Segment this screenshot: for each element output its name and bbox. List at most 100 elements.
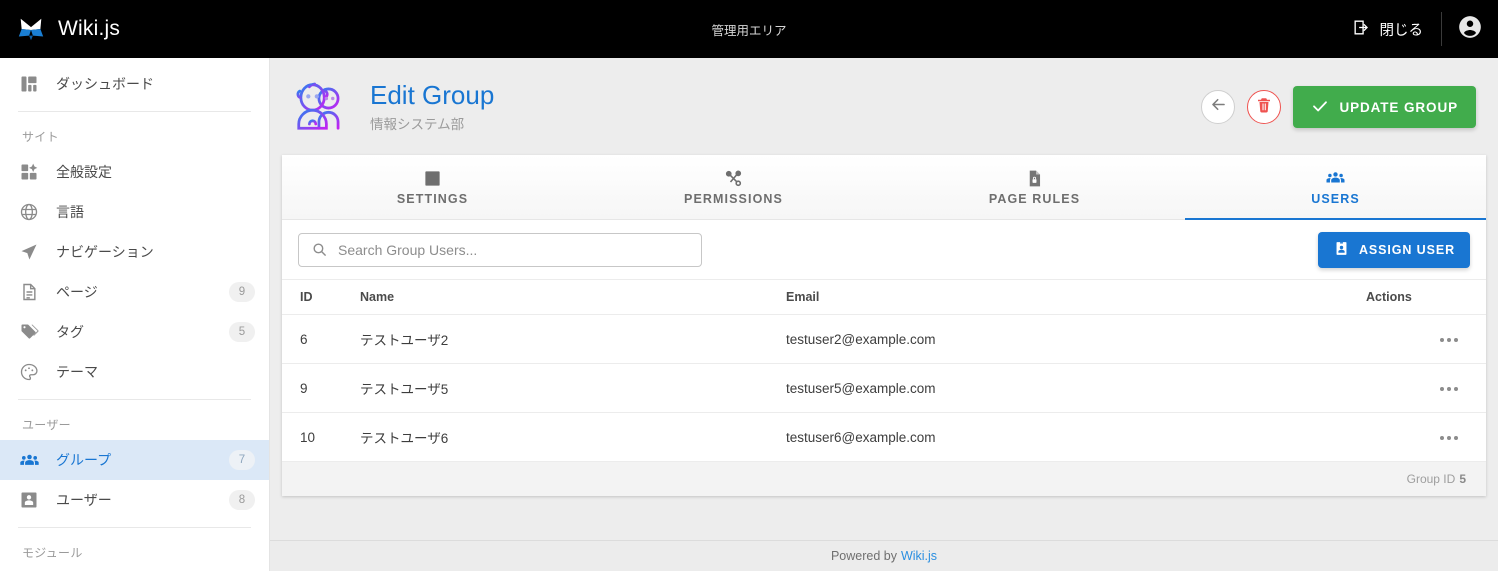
sidebar-divider (18, 527, 251, 528)
update-group-label: UPDATE GROUP (1339, 99, 1458, 115)
users-toolbar: ASSIGN USER (282, 220, 1486, 280)
column-header-email[interactable]: Email (786, 280, 1366, 315)
update-group-button[interactable]: UPDATE GROUP (1293, 86, 1476, 128)
column-header-id[interactable]: ID (282, 280, 360, 315)
page-footer: Powered by Wiki.js (270, 540, 1498, 571)
group-id-label: Group ID (1406, 472, 1456, 486)
sidebar-item-label: 言語 (56, 204, 84, 220)
powered-by-label: Powered by (830, 549, 897, 563)
sidebar-badge-groups: 7 (229, 450, 255, 470)
tune-icon (18, 161, 40, 183)
sidebar-item-label: 全般設定 (56, 164, 112, 180)
navigation-icon (18, 241, 40, 263)
account-badge-icon (1333, 240, 1350, 260)
tab-permissions[interactable]: PERMISSIONS (583, 155, 884, 219)
arrow-left-icon (1209, 95, 1228, 119)
globe-icon (18, 201, 40, 223)
account-multiple-icon (1325, 168, 1346, 188)
sidebar-badge-users: 8 (229, 490, 255, 510)
assign-user-button[interactable]: ASSIGN USER (1317, 231, 1470, 268)
sidebar-navigation: ダッシュボード サイト 全般設定 言語 ナビゲーション ページ 9 タグ 5 テ… (0, 58, 270, 571)
cell-actions (1366, 314, 1486, 364)
main-content: Edit Group 情報システム部 UPDATE GROUP SETTINGS… (270, 58, 1498, 571)
dots-horizontal-icon[interactable] (1440, 435, 1458, 440)
cell-email: testuser5@example.com (786, 363, 1366, 413)
column-header-name[interactable]: Name (360, 280, 786, 315)
tab-users[interactable]: USERS (1185, 155, 1486, 220)
admin-area-title: 管理用エリア (711, 23, 787, 38)
cell-name: テストユーザ2 (360, 314, 786, 364)
sidebar-item-pages[interactable]: ページ 9 (0, 272, 269, 312)
search-input[interactable] (338, 241, 689, 258)
card-footer: Group ID 5 (282, 462, 1486, 496)
content-scroll-area: Edit Group 情報システム部 UPDATE GROUP SETTINGS… (270, 58, 1498, 540)
cell-id: 9 (282, 363, 360, 413)
dots-horizontal-icon[interactable] (1440, 337, 1458, 342)
sidebar-item-navigation[interactable]: ナビゲーション (0, 232, 269, 272)
sidebar-item-label: ナビゲーション (56, 244, 154, 260)
app-shell: ダッシュボード サイト 全般設定 言語 ナビゲーション ページ 9 タグ 5 テ… (0, 58, 1498, 571)
sidebar-item-dashboard[interactable]: ダッシュボード (0, 64, 269, 104)
page-header: Edit Group 情報システム部 UPDATE GROUP (282, 70, 1486, 155)
sidebar-item-label: ユーザー (56, 492, 112, 508)
table-header-row: ID Name Email Actions (282, 280, 1486, 315)
sidebar-section-site: サイト (22, 130, 59, 144)
tab-page-rules[interactable]: PAGE RULES (884, 155, 1185, 219)
dots-horizontal-icon[interactable] (1440, 386, 1458, 391)
check-icon (1311, 97, 1329, 118)
file-lock-icon (1025, 168, 1044, 188)
search-group-users-box[interactable] (298, 232, 702, 267)
close-button[interactable]: 閉じる (1334, 0, 1442, 58)
wikijs-link[interactable]: Wiki.js (901, 549, 937, 563)
cell-email: testuser2@example.com (786, 314, 1366, 364)
table-row[interactable]: 9 テストユーザ5 testuser5@example.com (282, 363, 1486, 413)
sidebar-item-tags[interactable]: タグ 5 (0, 312, 269, 352)
sidebar-badge-tags: 5 (229, 322, 255, 342)
sidebar-divider (18, 399, 251, 400)
group-people-icon (286, 73, 354, 141)
sidebar-item-label: テーマ (56, 364, 98, 380)
sidebar-item-theme[interactable]: テーマ (0, 352, 269, 392)
account-circle-icon (1457, 14, 1483, 45)
tab-label: PERMISSIONS (684, 192, 783, 206)
sidebar-item-label: タグ (56, 324, 84, 340)
table-body: 6 テストユーザ2 testuser2@example.com 9 テストユーザ… (282, 314, 1486, 462)
cell-name: テストユーザ6 (360, 412, 786, 462)
sidebar-section-modules: モジュール (22, 546, 83, 560)
cell-id: 10 (282, 412, 360, 462)
table-row[interactable]: 6 テストユーザ2 testuser2@example.com (282, 314, 1486, 364)
tab-label: PAGE RULES (988, 192, 1081, 206)
cell-actions (1366, 363, 1486, 413)
shuffle-variant-icon (724, 168, 743, 188)
sidebar-item-general[interactable]: 全般設定 (0, 152, 269, 192)
page-title: Edit Group (370, 79, 495, 110)
page-header-actions: UPDATE GROUP (1201, 86, 1484, 128)
file-document-icon (18, 281, 40, 303)
group-editor-card: SETTINGS PERMISSIONS PAGE RULES USERS Se… (282, 155, 1486, 496)
tag-icon (18, 321, 40, 343)
brand[interactable]: Wiki.js (0, 14, 120, 44)
table-head: ID Name Email Actions (282, 280, 1486, 315)
back-button[interactable] (1201, 90, 1236, 124)
brand-name: Wiki.js (58, 17, 121, 40)
trash-can-icon (1255, 96, 1273, 119)
sidebar-item-users[interactable]: ユーザー 8 (0, 480, 269, 520)
table-row[interactable]: 10 テストユーザ6 testuser6@example.com (282, 412, 1486, 462)
account-group-icon (18, 449, 40, 471)
tab-bar: SETTINGS PERMISSIONS PAGE RULES USERS (282, 155, 1486, 220)
delete-group-button[interactable] (1247, 90, 1282, 124)
sidebar-item-label: ページ (56, 284, 98, 300)
account-circle-button[interactable] (1442, 0, 1498, 58)
tab-settings[interactable]: SETTINGS (282, 155, 583, 219)
group-users-table: ID Name Email Actions 6 テストユーザ2 testuser… (282, 280, 1486, 462)
palette-icon (18, 361, 40, 383)
account-box-icon (18, 489, 40, 511)
cell-actions (1366, 412, 1486, 462)
sidebar-item-groups[interactable]: グループ 7 (0, 440, 269, 480)
page-subtitle: 情報システム部 (370, 117, 465, 133)
close-button-label: 閉じる (1379, 22, 1424, 39)
sidebar-item-locale[interactable]: 言語 (0, 192, 269, 232)
cell-name: テストユーザ5 (360, 363, 786, 413)
dashboard-icon (18, 73, 40, 95)
assign-user-label: ASSIGN USER (1358, 242, 1455, 257)
